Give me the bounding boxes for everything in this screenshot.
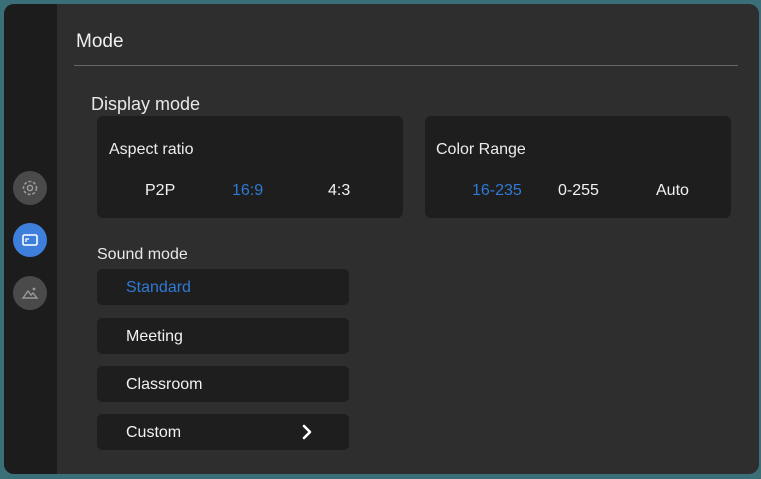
sound-mode-custom[interactable]: Custom — [97, 414, 349, 450]
sidebar — [4, 4, 57, 474]
sound-mode-meeting-label: Meeting — [126, 328, 183, 345]
sidebar-item-settings[interactable] — [13, 171, 47, 205]
gear-icon — [22, 180, 38, 196]
aspect-ratio-option-16-9[interactable]: 16:9 — [232, 182, 263, 200]
picture-icon — [21, 287, 39, 299]
display-icon — [22, 234, 38, 246]
sound-mode-classroom-label: Classroom — [126, 376, 203, 393]
display-mode-title: Display mode — [91, 94, 201, 114]
sidebar-item-display[interactable] — [13, 223, 47, 257]
aspect-ratio-option-4-3[interactable]: 4:3 — [328, 182, 350, 200]
color-range-option-16-235[interactable]: 16-235 — [472, 182, 522, 200]
sound-mode-custom-label: Custom — [126, 424, 182, 441]
color-range-panel: Color Range 16-235 0-255 Auto — [425, 116, 731, 218]
mode-window: Mode Display mode Aspect ratio P2P 16:9 … — [4, 4, 759, 474]
title-divider — [74, 65, 738, 66]
color-range-option-0-255[interactable]: 0-255 — [558, 182, 599, 200]
sound-mode-title: Sound mode — [97, 246, 188, 263]
color-range-label: Color Range — [436, 141, 526, 158]
sound-mode-meeting[interactable]: Meeting — [97, 318, 349, 354]
page-title: Mode — [76, 31, 124, 52]
aspect-ratio-option-p2p[interactable]: P2P — [145, 182, 175, 200]
sidebar-item-picture[interactable] — [13, 276, 47, 310]
aspect-ratio-panel: Aspect ratio P2P 16:9 4:3 — [97, 116, 403, 218]
chevron-right-icon — [302, 424, 312, 440]
sound-mode-standard-label: Standard — [126, 279, 191, 296]
sound-mode-classroom[interactable]: Classroom — [97, 366, 349, 402]
aspect-ratio-label: Aspect ratio — [109, 141, 194, 158]
color-range-option-auto[interactable]: Auto — [656, 182, 689, 200]
sound-mode-standard[interactable]: Standard — [97, 269, 349, 305]
